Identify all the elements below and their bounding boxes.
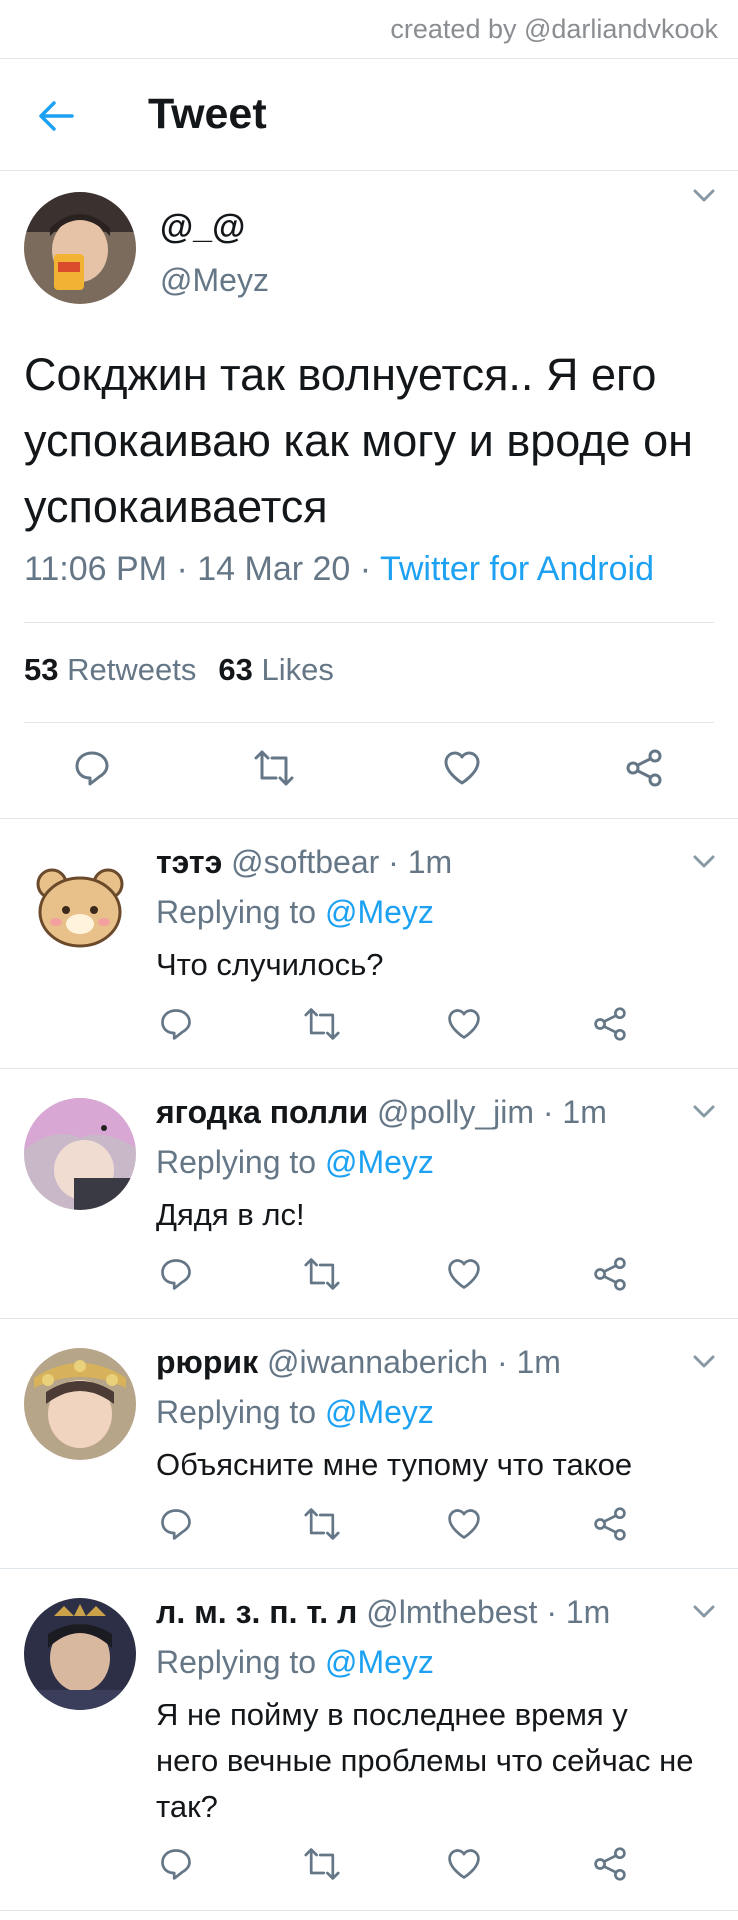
reply-divider: [0, 1568, 738, 1569]
credit-watermark: created by @darliandvkook: [390, 14, 718, 44]
replying-to: Replying to @Meyz: [156, 1644, 434, 1681]
avatar[interactable]: [24, 192, 136, 304]
reply-time: · 1m: [542, 1094, 607, 1130]
likes-count: 63: [218, 652, 253, 687]
meta-separator: ·: [359, 550, 372, 588]
replying-to: Replying to @Meyz: [156, 894, 434, 931]
reply-time: · 1m: [546, 1594, 611, 1630]
retweets-stat[interactable]: 53 Retweets: [24, 652, 196, 687]
share-icon[interactable]: [592, 1256, 628, 1292]
avatar[interactable]: [24, 1598, 136, 1710]
reply-text: Что случилось?: [156, 947, 384, 982]
avatar[interactable]: [24, 1348, 136, 1460]
chevron-down-icon[interactable]: [690, 1348, 718, 1376]
reply-icon[interactable]: [158, 1006, 194, 1042]
header-divider: [0, 170, 738, 171]
reply-header: рюрик @iwannaberich · 1m: [156, 1344, 561, 1381]
mention-link[interactable]: @Meyz: [325, 1144, 434, 1180]
avatar[interactable]: [24, 848, 136, 960]
like-icon[interactable]: [446, 1506, 482, 1542]
reply-text: Дядя в лс!: [156, 1197, 305, 1232]
reply-header: тэтэ @softbear · 1m: [156, 844, 452, 881]
tweet-meta: 11:06 PM · 14 Mar 20 · Twitter for Andro…: [24, 550, 654, 589]
replying-to: Replying to @Meyz: [156, 1144, 434, 1181]
chevron-down-icon[interactable]: [690, 1598, 718, 1626]
reply-author-handle[interactable]: @iwannaberich: [267, 1344, 488, 1380]
reply-icon[interactable]: [158, 1256, 194, 1292]
reply-author-name[interactable]: л. м. з. п. т. л: [156, 1594, 357, 1630]
retweet-icon[interactable]: [302, 1506, 342, 1542]
retweet-icon[interactable]: [302, 1006, 342, 1042]
share-icon[interactable]: [624, 748, 664, 788]
reply-author-handle[interactable]: @lmthebest: [366, 1594, 537, 1630]
mention-link[interactable]: @Meyz: [325, 894, 434, 930]
tweet-actions: [0, 728, 738, 808]
replying-to-label: Replying to: [156, 1394, 317, 1430]
chevron-down-icon[interactable]: [690, 848, 718, 876]
reply-time: · 1m: [496, 1344, 561, 1380]
retweet-icon[interactable]: [252, 748, 296, 788]
likes-label: Likes: [261, 652, 334, 687]
like-icon[interactable]: [446, 1846, 482, 1882]
reply-item[interactable]: ягодка полли @polly_jim · 1m Replying to…: [0, 1070, 738, 1318]
reply-author-handle[interactable]: @polly_jim: [377, 1094, 534, 1130]
likes-stat[interactable]: 63 Likes: [218, 652, 333, 687]
like-icon[interactable]: [442, 748, 482, 788]
app-bar: Tweet: [0, 60, 738, 170]
reply-icon[interactable]: [158, 1506, 194, 1542]
reply-icon[interactable]: [158, 1846, 194, 1882]
like-icon[interactable]: [446, 1006, 482, 1042]
reply-author-handle[interactable]: @softbear: [231, 844, 379, 880]
share-icon[interactable]: [592, 1846, 628, 1882]
chevron-down-icon[interactable]: [690, 182, 718, 210]
top-divider: [0, 58, 738, 59]
like-icon[interactable]: [446, 1256, 482, 1292]
reply-time: · 1m: [388, 844, 453, 880]
tweet-stats: 53 Retweets 63 Likes: [24, 652, 334, 688]
reply-divider: [0, 1068, 738, 1069]
reply-header: ягодка полли @polly_jim · 1m: [156, 1094, 607, 1131]
reply-text: Я не пойму в последнее время у него вечн…: [156, 1697, 694, 1824]
retweets-count: 53: [24, 652, 59, 687]
reply-text: Объясните мне тупому что такое: [156, 1447, 633, 1482]
share-icon[interactable]: [592, 1506, 628, 1542]
meta-separator: ·: [176, 550, 188, 588]
reply-item[interactable]: л. м. з. п. т. л @lmthebest · 1m Replyin…: [0, 1570, 738, 1910]
chevron-down-icon[interactable]: [690, 1098, 718, 1126]
reply-divider: [0, 1318, 738, 1319]
tweet-time: 11:06 PM: [24, 550, 168, 588]
back-arrow-icon[interactable]: [36, 96, 76, 136]
replies-divider: [0, 818, 738, 819]
reply-header: л. м. з. п. т. л @lmthebest · 1m: [156, 1594, 610, 1631]
author-name[interactable]: @_@: [160, 208, 245, 247]
tweet-date: 14 Mar 20: [197, 550, 351, 588]
reply-icon[interactable]: [72, 748, 112, 788]
reply-item[interactable]: тэтэ @softbear · 1m Replying to @Meyz Чт…: [0, 820, 738, 1068]
tweet-source-link[interactable]: Twitter for Android: [380, 550, 654, 588]
page-title: Tweet: [148, 90, 267, 138]
author-handle[interactable]: @Meyz: [160, 262, 269, 299]
replying-to-label: Replying to: [156, 1644, 317, 1680]
tweet-text: Сокджин так волнуется.. Я его успокаиваю…: [24, 349, 693, 532]
replying-to: Replying to @Meyz: [156, 1394, 434, 1431]
replying-to-label: Replying to: [156, 1144, 317, 1180]
reply-author-name[interactable]: рюрик: [156, 1344, 258, 1380]
replying-to-label: Replying to: [156, 894, 317, 930]
avatar[interactable]: [24, 1098, 136, 1210]
mention-link[interactable]: @Meyz: [325, 1394, 434, 1430]
reply-author-name[interactable]: тэтэ: [156, 844, 222, 880]
stats-bottom-divider: [24, 722, 714, 723]
reply-item[interactable]: рюрик @iwannaberich · 1m Replying to @Me…: [0, 1320, 738, 1568]
mention-link[interactable]: @Meyz: [325, 1644, 434, 1680]
retweet-icon[interactable]: [302, 1256, 342, 1292]
reply-author-name[interactable]: ягодка полли: [156, 1094, 368, 1130]
stats-top-divider: [24, 622, 714, 623]
retweets-label: Retweets: [67, 652, 197, 687]
retweet-icon[interactable]: [302, 1846, 342, 1882]
bottom-divider: [0, 1910, 738, 1911]
share-icon[interactable]: [592, 1006, 628, 1042]
